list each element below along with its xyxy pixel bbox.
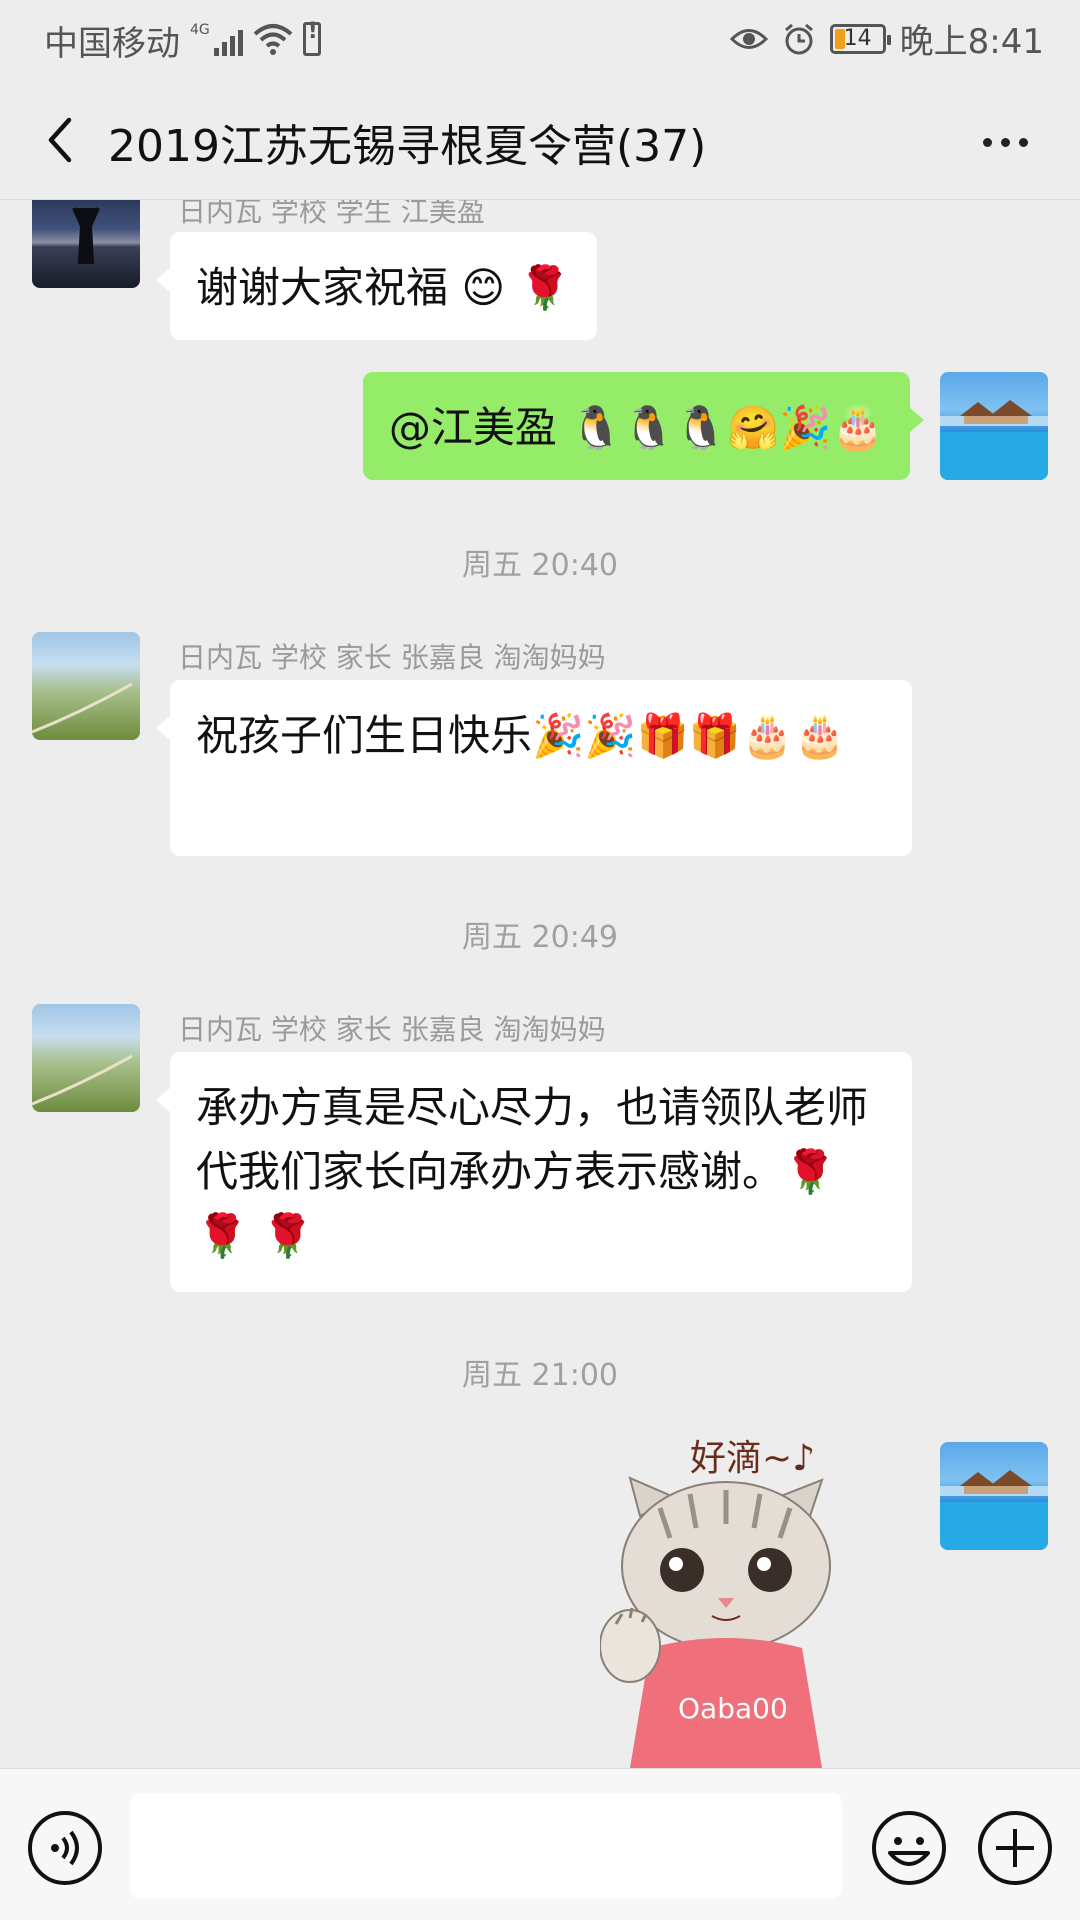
carrier-label: 中国移动 [44,24,180,64]
more-dot [1000,137,1010,147]
message-text: 承办方真是尽心尽力，也请领队老师代我们家长向承办方表示感谢。🌹 🌹 🌹 [196,1083,869,1260]
more-dots-icon [982,137,992,147]
signal-icon [213,26,243,56]
message-bubble[interactable]: 谢谢大家祝福 😊 🌹 [156,232,597,340]
avatar-field-image [32,1054,133,1106]
voice-icon [51,1830,79,1866]
emoji-button[interactable] [872,1811,946,1885]
cat-sticker[interactable]: 好滴~♪ Oaba00 [600,1438,868,1768]
sender-name: 日内瓦 学校 家长 张嘉良 淘淘妈妈 [178,641,606,674]
emoji-icon [888,1837,930,1866]
status-icons-right: 14 晚上8:41 [729,14,1044,63]
network-type-label: 4G [190,22,210,38]
message-text: @江美盈 🐧🐧🐧🤗🎉🎂 [388,403,884,452]
chevron-left-icon [48,117,72,163]
avatar-figure-image [72,207,100,264]
sticker-shirt-text: Oaba00 [678,1692,788,1725]
message-bubble[interactable]: 祝孩子们生日快乐🎉🎉🎁🎁🎂🎂 [156,680,912,856]
plus-icon [996,1829,1034,1867]
avatar[interactable] [32,1004,140,1112]
sticker-caption: 好滴~♪ [690,1438,815,1479]
alert-battery-icon [302,19,321,56]
wifi-icon [253,24,293,55]
battery-icon: 14 [829,23,891,54]
sender-name: 日内瓦 学校 学生 江美盈 [178,200,485,228]
chat-title: 2019江苏无锡寻根夏令营(37) [108,121,707,172]
more-dot [1018,137,1028,147]
message-text: 谢谢大家祝福 😊 🌹 [196,263,571,312]
plus-button[interactable] [978,1811,1052,1885]
avatar-self[interactable] [940,372,1048,480]
message-input[interactable] [130,1793,842,1899]
sender-name: 日内瓦 学校 家长 张嘉良 淘淘妈妈 [178,1013,606,1046]
avatar[interactable] [32,632,140,740]
avatar[interactable] [32,200,140,288]
chat-header: 2019江苏无锡寻根夏令营(37) [0,74,1080,200]
message-list[interactable]: 日内瓦 学校 学生 江美盈 谢谢大家祝福 😊 🌹 @江美盈 🐧🐧🐧🤗🎉🎂 周五 … [0,200,1080,1768]
message-bubble-own[interactable]: @江美盈 🐧🐧🐧🤗🎉🎂 [362,372,925,480]
timestamp: 周五 21:00 [462,1358,618,1393]
avatar-pool-image [940,400,1048,480]
battery-level: 14 [843,26,872,51]
avatar-pool-image [940,1470,1048,1550]
avatar-self[interactable] [940,1442,1048,1550]
avatar-field-image [32,682,133,734]
message-bubble[interactable]: 承办方真是尽心尽力，也请领队老师代我们家长向承办方表示感谢。🌹 🌹 🌹 [156,1052,912,1292]
message-text: 祝孩子们生日快乐🎉🎉🎁🎁🎂🎂 [196,711,846,760]
alarm-icon [784,23,813,54]
timestamp: 周五 20:40 [462,548,618,583]
more-button[interactable] [970,112,1040,172]
back-button[interactable] [30,110,90,170]
status-bar: 中国移动 4G 14 晚上8:41 [0,0,1080,74]
eye-icon [729,28,768,49]
status-icons-left: 4G [190,16,321,56]
timestamp: 周五 20:49 [462,920,618,955]
clock: 晚上8:41 [899,22,1044,62]
composer-bar [0,1768,1080,1920]
voice-button[interactable] [28,1811,102,1885]
